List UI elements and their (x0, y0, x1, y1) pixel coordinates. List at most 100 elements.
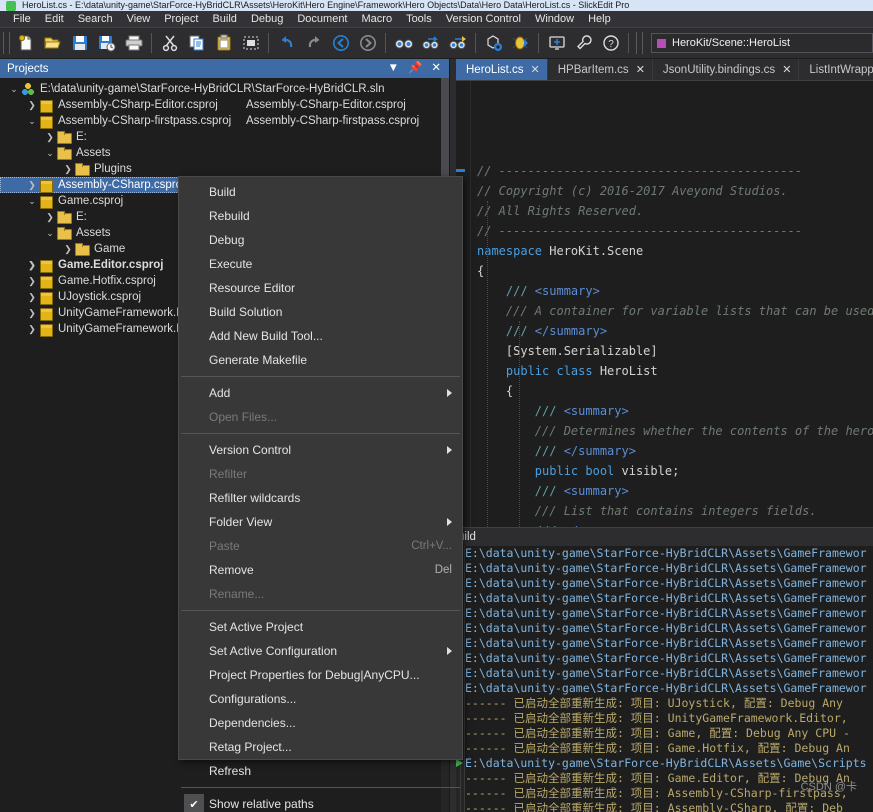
context-menu-item-build[interactable]: Build (179, 180, 462, 204)
tree-row[interactable]: ❯ Plugins (0, 161, 441, 177)
save-all-icon[interactable] (93, 30, 120, 57)
chevron-right-icon[interactable]: ❯ (26, 180, 38, 191)
context-menu-item-set-active-project[interactable]: Set Active Project (179, 615, 462, 639)
toolbar-grip-2[interactable] (636, 32, 643, 54)
print-icon[interactable] (120, 30, 147, 57)
output-log[interactable]: E:\data\unity-game\StarForce-HyBridCLR\A… (456, 546, 873, 812)
menu-version-control[interactable]: Version Control (439, 11, 528, 27)
tree-row[interactable]: ⌄ Assembly-CSharp-firstpass.csproj Assembl… (0, 113, 441, 129)
context-menu-item-add-new-build-tool[interactable]: Add New Build Tool... (179, 324, 462, 348)
find-replace-icon[interactable] (444, 30, 471, 57)
chevron-right-icon[interactable]: ❯ (26, 292, 38, 303)
context-menu-item-execute[interactable]: Execute (179, 252, 462, 276)
redo-icon[interactable] (300, 30, 327, 57)
wrench-icon[interactable] (570, 30, 597, 57)
chevron-right-icon[interactable]: ❯ (62, 164, 74, 175)
find-next-icon[interactable] (417, 30, 444, 57)
context-menu-item-version-control[interactable]: Version Control (179, 438, 462, 462)
editor-tab[interactable]: ListIntWrappe (799, 59, 873, 80)
chevron-down-icon[interactable]: ⌄ (44, 148, 56, 159)
chevron-right-icon[interactable]: ❯ (26, 276, 38, 287)
chevron-right-icon[interactable]: ❯ (44, 132, 56, 143)
chevron-down-icon[interactable]: ⌄ (26, 196, 38, 207)
context-menu-item-refilter-wildcards[interactable]: Refilter wildcards (179, 486, 462, 510)
find-icon[interactable] (390, 30, 417, 57)
build-icon[interactable] (480, 30, 507, 57)
menu-project[interactable]: Project (157, 11, 205, 27)
close-tab-icon[interactable]: ✕ (782, 63, 791, 76)
chevron-down-icon[interactable]: ⌄ (44, 228, 56, 239)
code-text[interactable]: // -------------------------------------… (470, 81, 873, 527)
context-menu-item-folder-view[interactable]: Folder View (179, 510, 462, 534)
menu-debug[interactable]: Debug (244, 11, 290, 27)
context-menu-item-configurations[interactable]: Configurations... (179, 687, 462, 711)
chevron-right-icon[interactable]: ❯ (62, 244, 74, 255)
chevron-down-icon[interactable]: ▼ (388, 62, 399, 75)
context-menu-item-retag-project[interactable]: Retag Project... (179, 735, 462, 759)
context-menu-item-show-relative-paths[interactable]: ✔ Show relative paths (179, 792, 462, 812)
tree-row[interactable]: ⌄ Assets (0, 145, 441, 161)
chevron-right-icon[interactable]: ❯ (44, 212, 56, 223)
paste-icon[interactable] (210, 30, 237, 57)
context-menu-item-debug[interactable]: Debug (179, 228, 462, 252)
help-icon[interactable]: ? (597, 30, 624, 57)
open-folder-icon[interactable] (39, 30, 66, 57)
chevron-right-icon[interactable]: ❯ (26, 308, 38, 319)
code-view[interactable]: // -------------------------------------… (456, 81, 873, 527)
project-context-menu[interactable]: Build Rebuild Debug Execute Resource Editor B… (178, 176, 463, 812)
project-icon (38, 115, 54, 129)
chevron-down-icon[interactable]: ⌄ (8, 84, 20, 95)
menu-search[interactable]: Search (71, 11, 120, 27)
menu-view[interactable]: View (120, 11, 158, 27)
context-combo[interactable]: HeroKit/Scene::HeroList (651, 33, 873, 53)
context-menu-item-add[interactable]: Add (179, 381, 462, 405)
context-menu-item-label: Rename... (209, 587, 265, 601)
copy-icon[interactable] (183, 30, 210, 57)
forward-icon[interactable] (354, 30, 381, 57)
toolbar-grip[interactable] (3, 32, 10, 54)
menu-macro[interactable]: Macro (355, 11, 400, 27)
context-menu-item-set-active-configuration[interactable]: Set Active Configuration (179, 639, 462, 663)
output-line: E:\data\unity-game\StarForce-HyBridCLR\A… (465, 651, 873, 666)
context-menu-item-dependencies[interactable]: Dependencies... (179, 711, 462, 735)
tree-row[interactable]: ⌄ E:\data\unity-game\StarForce-HyBridCLR\… (0, 81, 441, 97)
code-token: HeroList (599, 364, 658, 378)
chevron-down-icon[interactable]: ⌄ (26, 116, 38, 127)
editor-tabbar[interactable]: HeroList.cs ✕ HPBarItem.cs ✕ JsonUtility.bin… (456, 59, 873, 81)
chevron-right-icon[interactable]: ❯ (26, 260, 38, 271)
menu-tools[interactable]: Tools (399, 11, 439, 27)
cut-icon[interactable] (156, 30, 183, 57)
tree-row[interactable]: ❯ E: (0, 129, 441, 145)
menu-build[interactable]: Build (205, 11, 243, 27)
context-menu-item-build-solution[interactable]: Build Solution (179, 300, 462, 324)
menu-window[interactable]: Window (528, 11, 581, 27)
editor-tab[interactable]: HeroList.cs ✕ (456, 59, 548, 80)
chevron-right-icon[interactable]: ❯ (26, 100, 38, 111)
code-token: public bool (477, 464, 622, 478)
context-menu-item-refresh[interactable]: Refresh (179, 759, 462, 783)
back-icon[interactable] (327, 30, 354, 57)
screen-icon[interactable] (543, 30, 570, 57)
context-menu-item-resource-editor[interactable]: Resource Editor (179, 276, 462, 300)
context-menu-item-generate-makefile[interactable]: Generate Makefile (179, 348, 462, 372)
undo-icon[interactable] (273, 30, 300, 57)
editor-tab[interactable]: HPBarItem.cs ✕ (547, 59, 653, 80)
chevron-right-icon[interactable]: ❯ (26, 324, 38, 335)
debug-icon[interactable] (507, 30, 534, 57)
tree-row[interactable]: ❯ Assembly-CSharp-Editor.csproj Assembly-C… (0, 97, 441, 113)
context-menu-item-rebuild[interactable]: Rebuild (179, 204, 462, 228)
menu-document[interactable]: Document (290, 11, 354, 27)
select-block-icon[interactable] (237, 30, 264, 57)
save-icon[interactable] (66, 30, 93, 57)
close-tab-icon[interactable]: ✕ (636, 63, 645, 76)
menu-edit[interactable]: Edit (38, 11, 71, 27)
close-icon[interactable]: ✕ (431, 62, 441, 75)
context-menu-item-remove[interactable]: Remove Del (179, 558, 462, 582)
editor-tab[interactable]: JsonUtility.bindings.cs ✕ (652, 59, 800, 80)
context-menu-item-project-properties-for-debug-anycpu[interactable]: Project Properties for Debug|AnyCPU... (179, 663, 462, 687)
new-file-icon[interactable] (12, 30, 39, 57)
menu-help[interactable]: Help (581, 11, 618, 27)
close-tab-icon[interactable]: ✕ (531, 63, 540, 76)
menu-file[interactable]: File (6, 11, 38, 27)
pin-icon[interactable]: 📌 (408, 62, 422, 75)
